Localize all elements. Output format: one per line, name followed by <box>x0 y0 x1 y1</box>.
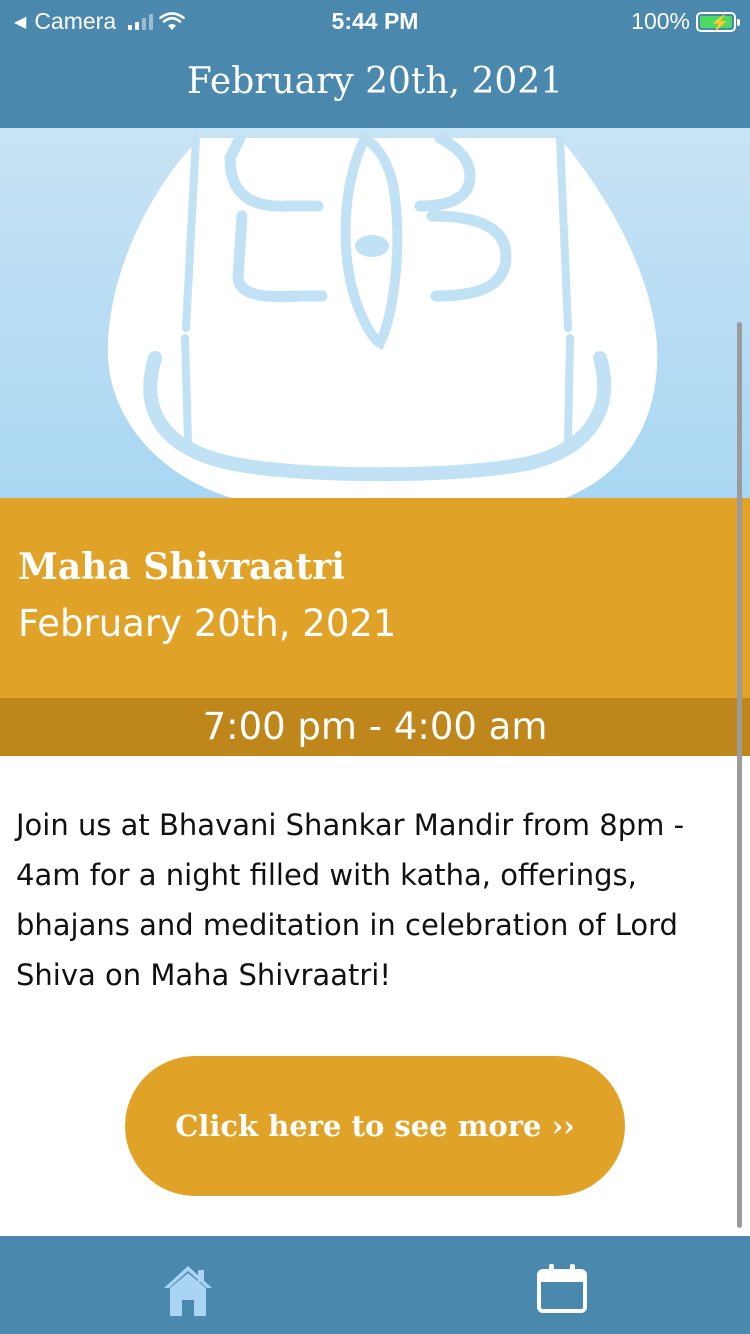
event-title: Maha Shivraatri <box>18 546 345 588</box>
scrollbar[interactable] <box>737 322 742 1228</box>
event-hero-image <box>0 128 750 498</box>
event-date: February 20th, 2021 <box>18 602 397 645</box>
event-banner: Maha Shivraatri February 20th, 2021 <box>0 498 750 698</box>
page-title: February 20th, 2021 <box>0 42 750 128</box>
battery-charging-icon: ⚡ <box>696 11 740 32</box>
see-more-button[interactable]: Click here to see more ›› <box>125 1056 625 1196</box>
tab-calendar[interactable] <box>534 1262 590 1318</box>
event-time-range: 7:00 pm - 4:00 am <box>0 698 750 756</box>
tab-bar <box>0 1236 750 1334</box>
calendar-icon <box>537 1264 587 1313</box>
status-bar: ◀ Camera 5:44 PM 100% ⚡ <box>0 0 750 42</box>
event-description: Join us at Bhavani Shankar Mandir from 8… <box>16 808 685 992</box>
home-icon <box>164 1266 212 1316</box>
battery-percent: 100% <box>631 8 690 34</box>
tab-home[interactable] <box>160 1262 216 1318</box>
shiva-lingam-illustration <box>107 130 658 498</box>
